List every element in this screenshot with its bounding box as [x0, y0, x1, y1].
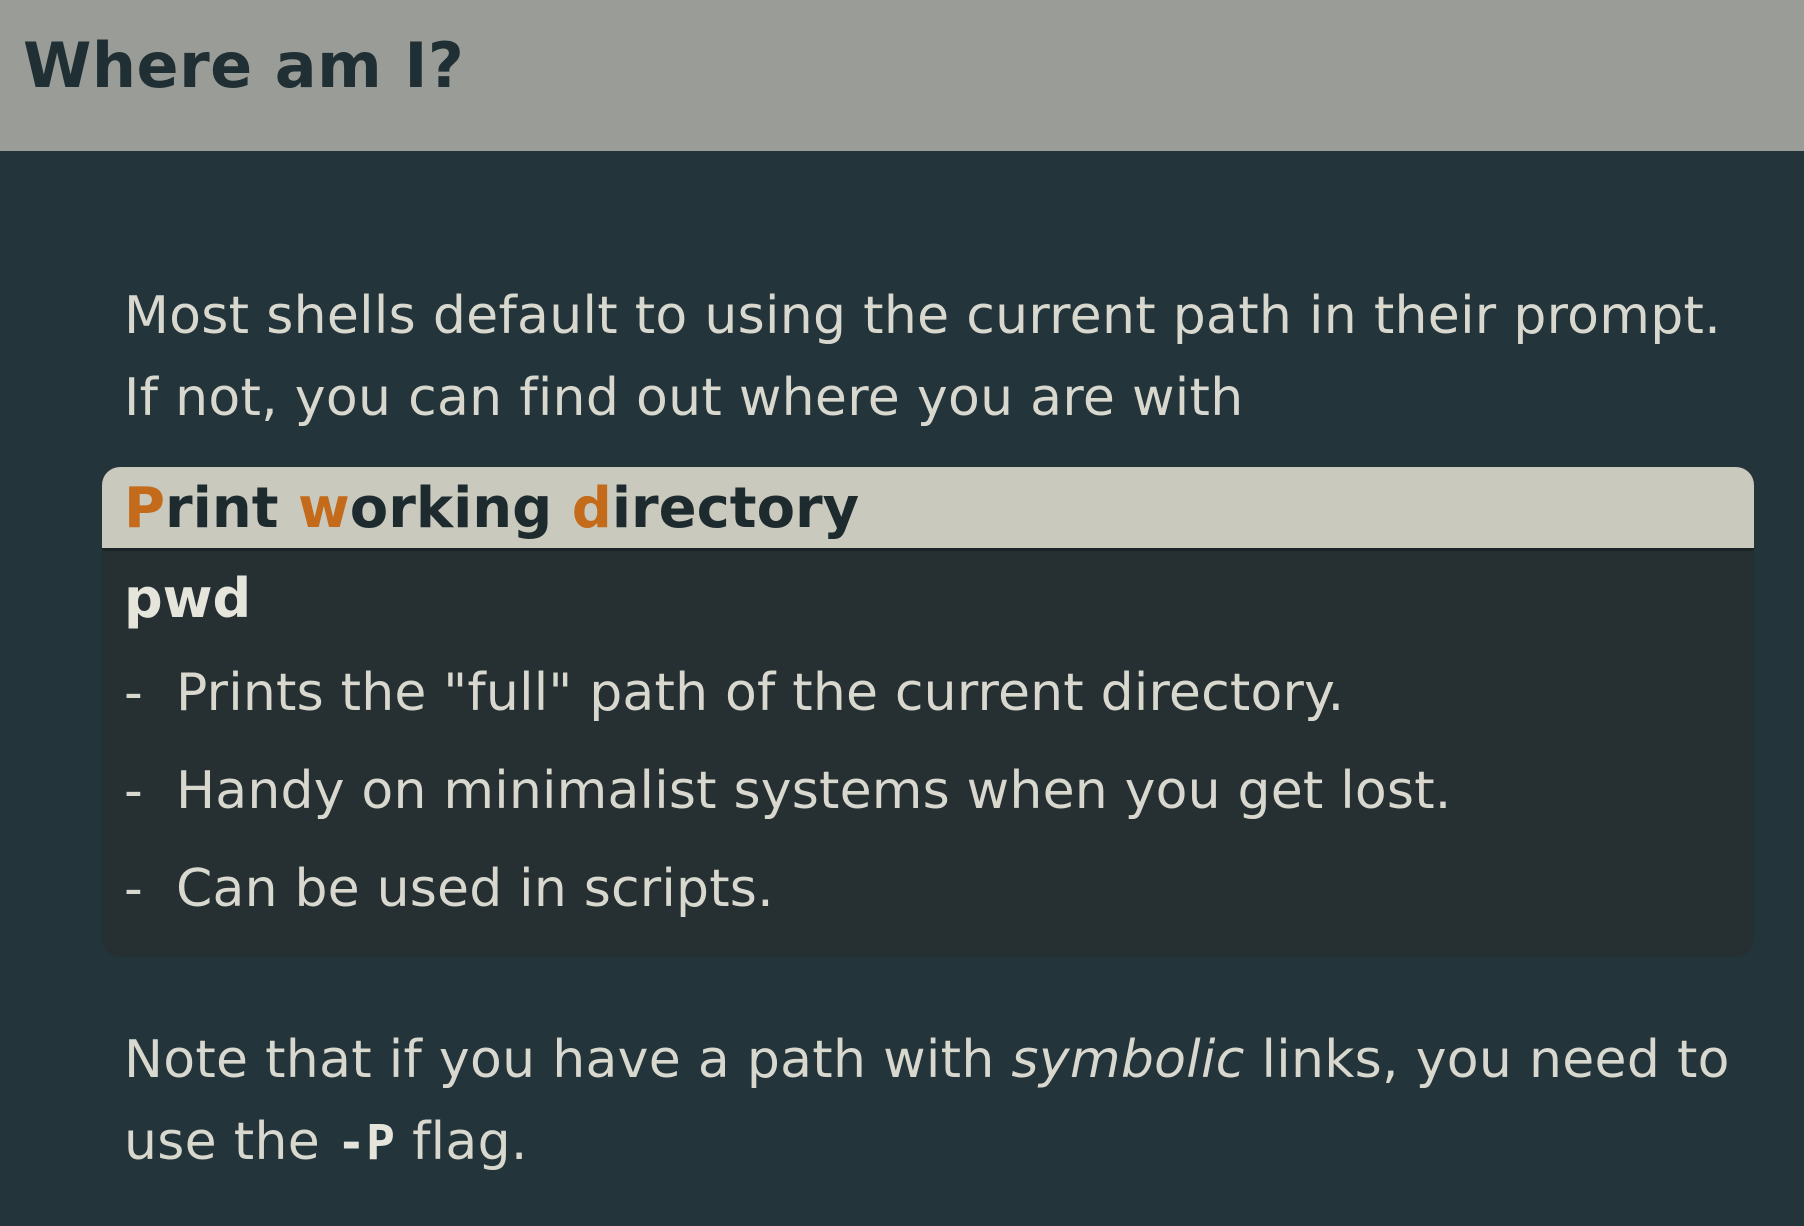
command-block-title-bar: Print working directory [102, 467, 1754, 551]
command-block-title: Print working directory [124, 473, 859, 545]
slide-content: Most shells default to using the current… [0, 151, 1804, 1226]
title-letter-d: d [571, 476, 612, 541]
note-suffix: flag. [395, 1112, 528, 1172]
page-title: Where am I? [23, 29, 465, 102]
intro-paragraph: Most shells default to using the current… [124, 286, 1722, 428]
bullet-dash: - [124, 859, 143, 919]
header-bar: Where am I? [0, 0, 1804, 151]
note-paragraph: Note that if you have a path with symbol… [124, 1019, 1764, 1184]
list-item-text: Handy on minimalist systems when you get… [176, 761, 1452, 821]
bullet-dash: - [124, 663, 143, 723]
title-part-orking: orking [349, 476, 572, 541]
list-item-text: Can be used in scripts. [176, 859, 774, 919]
command-block: Print working directory pwd - Prints the… [102, 467, 1754, 957]
title-part-rint: rint [165, 476, 298, 541]
flag-code: -P [336, 1115, 396, 1171]
title-letter-p: P [124, 476, 166, 541]
note-emphasis: symbolic [1011, 1030, 1245, 1090]
title-letter-w: w [298, 476, 350, 541]
title-part-irectory: irectory [611, 476, 860, 541]
note-prefix: Note that if you have a path with [124, 1030, 1012, 1090]
bullet-dash: - [124, 761, 143, 821]
list-item-text: Prints the "full" path of the current di… [176, 663, 1345, 723]
command-name: pwd [124, 567, 252, 630]
